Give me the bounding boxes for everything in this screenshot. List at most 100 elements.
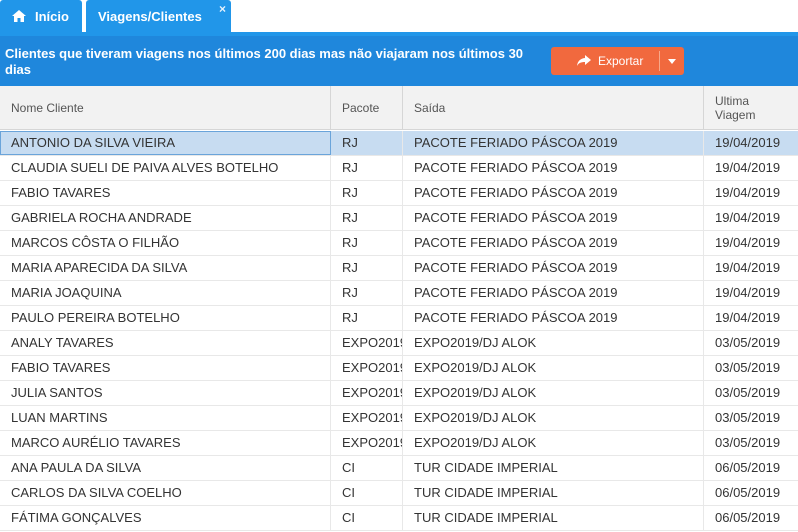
cell-name: MARIA APARECIDA DA SILVA [0,256,331,280]
cell-ultima-viagem: 19/04/2019 [715,210,781,225]
cell-name: ANTONIO DA SILVA VIEIRA [0,131,331,155]
table-row[interactable]: CLAUDIA SUELI DE PAIVA ALVES BOTELHO RJ PA… [0,156,798,181]
report-header: Clientes que tiveram viagens nos últimos… [0,36,798,86]
cell-ultima-viagem: 19/04/2019 [715,310,781,325]
cell-pacote: EXPO2019 [332,356,403,380]
table-row[interactable]: FABIO TAVARES EXPO2019 EXPO2019/DJ ALOK 03/… [0,356,798,381]
table-body: ANTONIO DA SILVA VIEIRA RJ PACOTE FERIADO … [0,131,798,531]
cell-pacote: RJ [332,131,403,155]
column-header-name[interactable]: Nome Cliente [0,86,331,129]
cell-saida: PACOTE FERIADO PÁSCOA 2019 [404,231,704,255]
cell-pacote: RJ [332,231,403,255]
cell-pacote: RJ [332,156,403,180]
cell-ultima-viagem: 03/05/2019 [715,435,781,450]
cell-pacote: RJ [332,306,403,330]
cell-name: FÁTIMA GONÇALVES [0,506,331,530]
cell-pacote: RJ [332,281,403,305]
table-row[interactable]: ANTONIO DA SILVA VIEIRA RJ PACOTE FERIADO … [0,131,798,156]
cell-saida: EXPO2019/DJ ALOK [404,331,704,355]
close-icon[interactable]: × [219,2,226,16]
cell-pacote: RJ [332,181,403,205]
column-header-pacote[interactable]: Pacote [332,86,403,129]
cell-name: GABRIELA ROCHA ANDRADE [0,206,331,230]
share-arrow-icon [577,55,591,66]
tab-strip: Início Viagens/Clientes × [0,0,798,32]
cell-saida: TUR CIDADE IMPERIAL [404,481,704,505]
cell-name: FABIO TAVARES [0,356,331,380]
cell-name: PAULO PEREIRA BOTELHO [0,306,331,330]
tab-home-label: Início [35,8,69,24]
table-row[interactable]: MARCO AURÉLIO TAVARES EXPO2019 EXPO2019/DJ… [0,431,798,456]
cell-saida: PACOTE FERIADO PÁSCOA 2019 [404,156,704,180]
cell-ultima-viagem: 19/04/2019 [715,260,781,275]
table-row[interactable]: FABIO TAVARES RJ PACOTE FERIADO PÁSCOA 201… [0,181,798,206]
caret-down-icon [668,58,676,64]
cell-saida: EXPO2019/DJ ALOK [404,381,704,405]
cell-pacote: EXPO2019 [332,406,403,430]
cell-saida: PACOTE FERIADO PÁSCOA 2019 [404,306,704,330]
cell-pacote: CI [332,456,403,480]
table-row[interactable]: FÁTIMA GONÇALVES CI TUR CIDADE IMPERIAL 06/… [0,506,798,531]
export-button[interactable]: Exportar [551,47,659,75]
export-button-group: Exportar [551,47,684,75]
column-header-ultima-viagem[interactable]: Ultima Viagem [705,86,798,129]
cell-name: MARIA JOAQUINA [0,281,331,305]
cell-name: JULIA SANTOS [0,381,331,405]
cell-pacote: EXPO2019 [332,331,403,355]
table-row[interactable]: MARIA APARECIDA DA SILVA RJ PACOTE FERIADO… [0,256,798,281]
cell-ultima-viagem: 19/04/2019 [715,285,781,300]
tab-viagens-clientes-label: Viagens/Clientes [98,8,202,24]
cell-name: MARCO AURÉLIO TAVARES [0,431,331,455]
table-row[interactable]: GABRIELA ROCHA ANDRADE RJ PACOTE FERIADO P… [0,206,798,231]
table-row[interactable]: PAULO PEREIRA BOTELHO RJ PACOTE FERIADO PÁ… [0,306,798,331]
cell-pacote: EXPO2019 [332,381,403,405]
cell-ultima-viagem: 19/04/2019 [715,160,781,175]
cell-saida: PACOTE FERIADO PÁSCOA 2019 [404,181,704,205]
cell-saida: PACOTE FERIADO PÁSCOA 2019 [404,256,704,280]
cell-saida: PACOTE FERIADO PÁSCOA 2019 [404,206,704,230]
column-header-saida[interactable]: Saída [404,86,704,129]
table-row[interactable]: MARIA JOAQUINA RJ PACOTE FERIADO PÁSCOA 20… [0,281,798,306]
cell-ultima-viagem: 06/05/2019 [715,485,781,500]
cell-saida: EXPO2019/DJ ALOK [404,431,704,455]
home-icon [12,10,26,22]
table-row[interactable]: ANALY TAVARES EXPO2019 EXPO2019/DJ ALOK 03/… [0,331,798,356]
cell-saida: EXPO2019/DJ ALOK [404,356,704,380]
cell-ultima-viagem: 03/05/2019 [715,335,781,350]
table-row[interactable]: MARCOS CÔSTA O FILHÃO RJ PACOTE FERIADO PÁ… [0,231,798,256]
cell-pacote: CI [332,506,403,530]
cell-name: LUAN MARTINS [0,406,331,430]
table-header: Nome Cliente Pacote Saída Ultima Viagem [0,86,798,130]
table-row[interactable]: CARLOS DA SILVA COELHO CI TUR CIDADE IMPER… [0,481,798,506]
table-row[interactable]: LUAN MARTINS EXPO2019 EXPO2019/DJ ALOK 03/0… [0,406,798,431]
cell-saida: PACOTE FERIADO PÁSCOA 2019 [404,281,704,305]
cell-ultima-viagem: 19/04/2019 [715,135,781,150]
cell-name: CARLOS DA SILVA COELHO [0,481,331,505]
cell-saida: PACOTE FERIADO PÁSCOA 2019 [404,131,704,155]
cell-name: MARCOS CÔSTA O FILHÃO [0,231,331,255]
table-row[interactable]: JULIA SANTOS EXPO2019 EXPO2019/DJ ALOK 03/0… [0,381,798,406]
cell-ultima-viagem: 06/05/2019 [715,460,781,475]
cell-pacote: RJ [332,256,403,280]
cell-name: FABIO TAVARES [0,181,331,205]
cell-ultima-viagem: 03/05/2019 [715,410,781,425]
cell-pacote: CI [332,481,403,505]
cell-name: CLAUDIA SUELI DE PAIVA ALVES BOTELHO [0,156,331,180]
cell-ultima-viagem: 19/04/2019 [715,185,781,200]
tab-viagens-clientes[interactable]: Viagens/Clientes × [86,0,231,32]
cell-pacote: EXPO2019 [332,431,403,455]
cell-saida: TUR CIDADE IMPERIAL [404,506,704,530]
cell-name: ANA PAULA DA SILVA [0,456,331,480]
cell-ultima-viagem: 03/05/2019 [715,360,781,375]
cell-saida: EXPO2019/DJ ALOK [404,406,704,430]
cell-ultima-viagem: 03/05/2019 [715,385,781,400]
cell-pacote: RJ [332,206,403,230]
clients-table: Nome Cliente Pacote Saída Ultima Viagem … [0,86,798,532]
cell-ultima-viagem: 19/04/2019 [715,235,781,250]
column-header-ultima-label: Ultima Viagem [715,93,756,122]
export-dropdown-toggle[interactable] [660,47,684,75]
table-row[interactable]: ANA PAULA DA SILVA CI TUR CIDADE IMPERIAL 0… [0,456,798,481]
tab-home[interactable]: Início [0,0,82,32]
cell-saida: TUR CIDADE IMPERIAL [404,456,704,480]
cell-name: ANALY TAVARES [0,331,331,355]
